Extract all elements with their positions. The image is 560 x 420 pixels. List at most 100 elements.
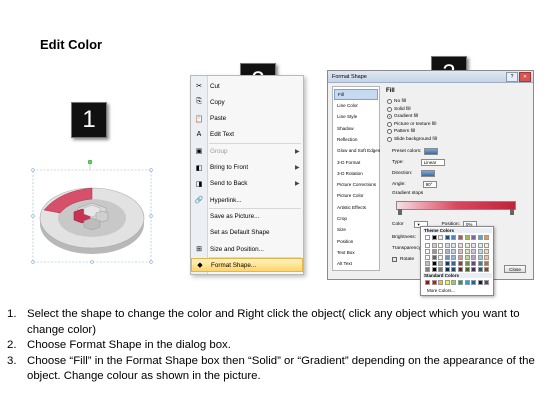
fill-option-no-fill[interactable]: No fill — [387, 99, 406, 104]
theme-color-swatch[interactable] — [425, 255, 430, 260]
gradient-stops-bar[interactable] — [396, 201, 516, 210]
fill-option-pattern-fill[interactable]: Pattern fill — [387, 129, 415, 135]
theme-color-swatch[interactable] — [464, 267, 470, 272]
close-x-icon[interactable]: ✕ — [519, 72, 531, 82]
help-button[interactable]: ? — [506, 72, 518, 82]
theme-color-swatch[interactable] — [471, 243, 477, 248]
category-3-d-format[interactable]: 3-D Format — [334, 157, 378, 168]
theme-color-swatch[interactable] — [458, 261, 463, 266]
theme-color-swatch[interactable] — [425, 235, 430, 240]
theme-color-swatch[interactable] — [451, 249, 457, 254]
category-picture-color[interactable]: Picture Color — [334, 191, 378, 202]
theme-color-swatch[interactable] — [484, 255, 490, 260]
category-fill[interactable]: Fill — [334, 89, 378, 100]
theme-color-swatch[interactable] — [451, 267, 457, 272]
theme-color-swatch[interactable] — [438, 261, 444, 266]
theme-color-swatch[interactable] — [464, 255, 470, 260]
category-3-d-rotation[interactable]: 3-D Rotation — [334, 168, 378, 179]
ring-shape-illustration[interactable] — [30, 158, 158, 266]
radio-button[interactable] — [387, 114, 392, 120]
theme-color-swatch[interactable] — [484, 267, 490, 272]
theme-color-swatch[interactable] — [464, 243, 470, 248]
theme-color-swatch[interactable] — [444, 235, 450, 240]
theme-color-swatch[interactable] — [471, 267, 477, 272]
category-reflection[interactable]: Reflection — [334, 134, 378, 145]
radio-button[interactable] — [387, 137, 392, 142]
category-artistic-effects[interactable]: Artistic Effects — [334, 202, 378, 213]
theme-color-swatch[interactable] — [458, 235, 463, 240]
theme-color-swatch[interactable] — [471, 235, 477, 240]
angle-field[interactable]: 90° — [422, 181, 437, 188]
preset-colors-dropdown[interactable] — [424, 148, 439, 155]
standard-color-swatch[interactable] — [444, 280, 450, 285]
theme-color-swatch[interactable] — [484, 243, 490, 248]
theme-color-swatch[interactable] — [438, 267, 444, 272]
fill-option-solid-fill[interactable]: Solid fill — [387, 106, 411, 112]
category-shadow[interactable]: Shadow — [334, 123, 378, 134]
theme-color-swatch[interactable] — [431, 255, 437, 260]
theme-color-swatch[interactable] — [444, 255, 450, 260]
theme-color-swatch[interactable] — [477, 243, 483, 248]
standard-color-swatch[interactable] — [471, 280, 477, 285]
theme-color-swatch[interactable] — [431, 261, 437, 266]
dialog-title-bar[interactable]: Format Shape — [328, 71, 533, 83]
category-text-box[interactable]: Text Box — [334, 247, 378, 258]
theme-color-swatch[interactable] — [458, 267, 463, 272]
category-line-color[interactable]: Line Color — [334, 100, 378, 111]
rotate-checkbox[interactable] — [392, 257, 397, 262]
theme-color-swatch[interactable] — [451, 235, 457, 240]
fill-option-slide-background-fill[interactable]: Slide background fill — [387, 137, 437, 142]
theme-color-swatch[interactable] — [425, 243, 430, 248]
type-dropdown[interactable]: Linear — [420, 159, 445, 166]
gradient-stop-handle[interactable] — [510, 209, 514, 215]
theme-color-swatch[interactable] — [431, 235, 437, 240]
direction-dropdown[interactable] — [421, 170, 436, 177]
standard-color-swatch[interactable] — [484, 280, 490, 285]
standard-color-swatch[interactable] — [451, 280, 457, 285]
menu-item-send-to-back[interactable]: ◨ Send to Back ▶ — [191, 177, 303, 191]
theme-color-swatch[interactable] — [425, 249, 430, 254]
theme-color-swatch[interactable] — [477, 249, 483, 254]
menu-item-set-as-default-shape[interactable]: Set as Default Shape — [191, 226, 303, 240]
fill-option-picture-or-texture-fill[interactable]: Picture or texture fill — [387, 121, 436, 127]
theme-color-swatch[interactable] — [444, 267, 450, 272]
theme-color-swatch[interactable] — [477, 261, 483, 266]
radio-button[interactable] — [387, 121, 392, 127]
gradient-stop-handle[interactable] — [398, 209, 402, 215]
theme-color-swatch[interactable] — [477, 255, 483, 260]
close-button[interactable]: Close — [504, 265, 526, 273]
menu-item-save-as-picture[interactable]: Save as Picture... — [191, 209, 303, 223]
theme-color-swatch[interactable] — [431, 249, 437, 254]
menu-item-hyperlink[interactable]: 🔗 Hyperlink... — [191, 193, 303, 207]
standard-color-swatch[interactable] — [431, 280, 437, 285]
theme-color-swatch[interactable] — [444, 243, 450, 248]
theme-color-swatch[interactable] — [451, 243, 457, 248]
theme-color-swatch[interactable] — [451, 261, 457, 266]
theme-color-swatch[interactable] — [464, 235, 470, 240]
menu-item-size-and-position[interactable]: ⊞ Size and Position... — [191, 242, 303, 256]
theme-color-swatch[interactable] — [458, 249, 463, 254]
category-picture-corrections[interactable]: Picture Corrections — [334, 179, 378, 190]
theme-color-swatch[interactable] — [431, 243, 437, 248]
standard-color-swatch[interactable] — [425, 280, 430, 285]
theme-color-swatch[interactable] — [464, 249, 470, 254]
theme-color-swatch[interactable] — [484, 249, 490, 254]
category-size[interactable]: Size — [334, 225, 378, 236]
theme-color-swatch[interactable] — [444, 249, 450, 254]
menu-item-paste[interactable]: 📋 Paste — [191, 112, 303, 126]
category-crop[interactable]: Crop — [334, 213, 378, 224]
menu-item-edit-text[interactable]: A Edit Text — [191, 128, 303, 142]
standard-color-swatch[interactable] — [458, 280, 463, 285]
theme-color-swatch[interactable] — [438, 235, 444, 240]
theme-color-swatch[interactable] — [425, 261, 430, 266]
theme-color-swatch[interactable] — [431, 267, 437, 272]
menu-item-cut[interactable]: ✂ Cut — [191, 79, 303, 93]
theme-color-swatch[interactable] — [464, 261, 470, 266]
standard-color-swatch[interactable] — [477, 280, 483, 285]
theme-color-swatch[interactable] — [471, 255, 477, 260]
standard-color-swatch[interactable] — [464, 280, 470, 285]
standard-color-swatch[interactable] — [438, 280, 444, 285]
fill-option-gradient-fill[interactable]: Gradient fill — [387, 114, 418, 120]
theme-color-swatch[interactable] — [425, 267, 430, 272]
theme-color-swatch[interactable] — [484, 235, 490, 240]
